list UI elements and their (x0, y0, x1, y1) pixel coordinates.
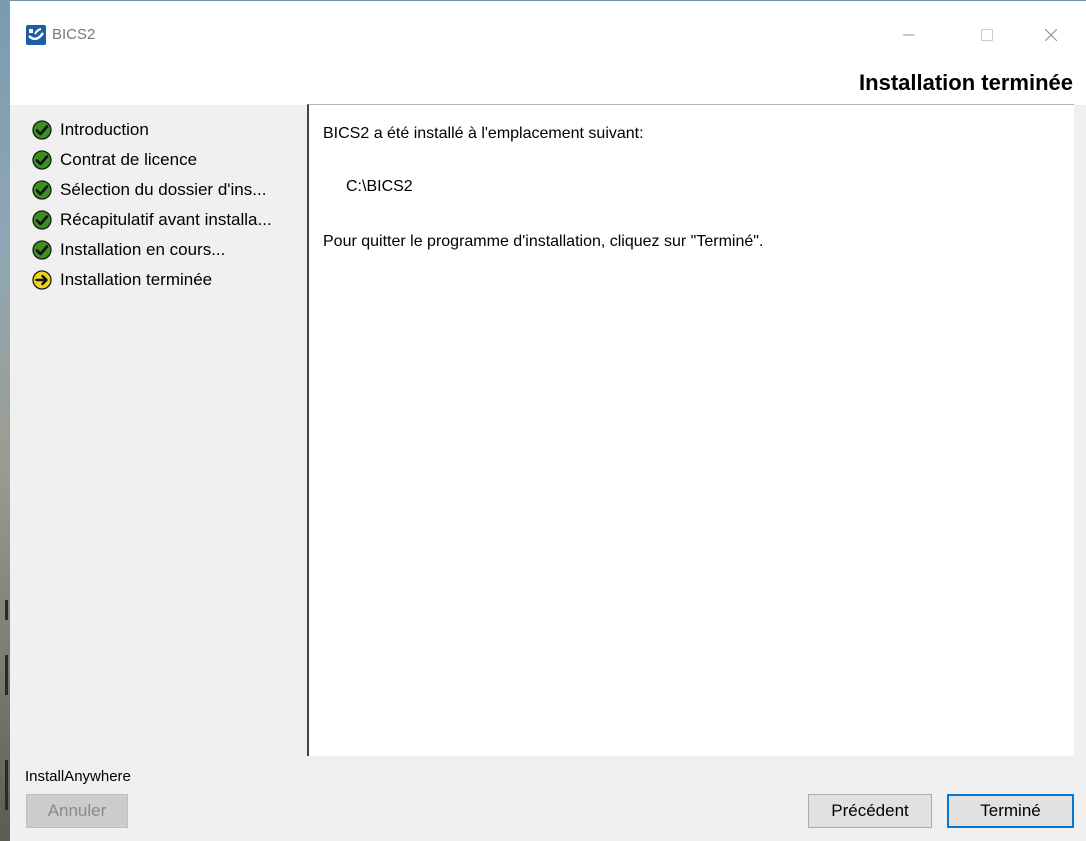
page-header: Installation terminée (10, 65, 1086, 105)
check-icon (32, 240, 52, 260)
quit-instructions: Pour quitter le programme d'installation… (323, 233, 764, 250)
desktop-background-edge (0, 0, 10, 841)
maximize-button[interactable] (964, 19, 1010, 51)
step-list: Introduction Contrat de licence Sélectio… (30, 119, 300, 299)
close-icon (1045, 29, 1057, 41)
step-license: Contrat de licence (30, 149, 300, 179)
step-installing: Installation en cours... (30, 239, 300, 269)
content-panel: BICS2 a été installé à l'emplacement sui… (307, 104, 1074, 756)
step-folder-selection: Sélection du dossier d'ins... (30, 179, 300, 209)
installed-message: BICS2 a été installé à l'emplacement sui… (323, 125, 644, 142)
bics-app-icon (26, 25, 46, 45)
step-label: Installation terminée (60, 270, 213, 289)
step-introduction: Introduction (30, 119, 300, 149)
maximize-icon (981, 29, 993, 41)
title-bar[interactable]: BICS2 (10, 1, 1086, 65)
close-button[interactable] (1028, 19, 1074, 51)
step-label: Contrat de licence (60, 150, 198, 169)
window-title: BICS2 (52, 26, 96, 43)
vendor-label: InstallAnywhere (25, 768, 131, 785)
step-summary: Récapitulatif avant installa... (30, 209, 300, 239)
done-button[interactable]: Terminé (947, 794, 1074, 828)
step-label: Sélection du dossier d'ins... (60, 180, 267, 199)
arrow-right-icon (32, 270, 52, 290)
check-icon (32, 120, 52, 140)
page-title: Installation terminée (859, 70, 1073, 95)
install-path: C:\BICS2 (346, 178, 413, 195)
minimize-icon (903, 34, 915, 36)
desktop-edge-mark (5, 655, 8, 695)
previous-button[interactable]: Précédent (808, 794, 932, 828)
desktop-edge-mark (5, 760, 8, 810)
check-icon (32, 150, 52, 170)
check-icon (32, 210, 52, 230)
installer-window: BICS2 Installation terminée Introduction… (10, 0, 1086, 841)
step-label: Introduction (60, 120, 149, 139)
step-label: Récapitulatif avant installa... (60, 210, 272, 229)
minimize-button[interactable] (886, 19, 932, 51)
desktop-edge-mark (5, 600, 8, 620)
step-complete: Installation terminée (30, 269, 300, 299)
cancel-button[interactable]: Annuler (26, 794, 128, 828)
check-icon (32, 180, 52, 200)
step-label: Installation en cours... (60, 240, 226, 259)
